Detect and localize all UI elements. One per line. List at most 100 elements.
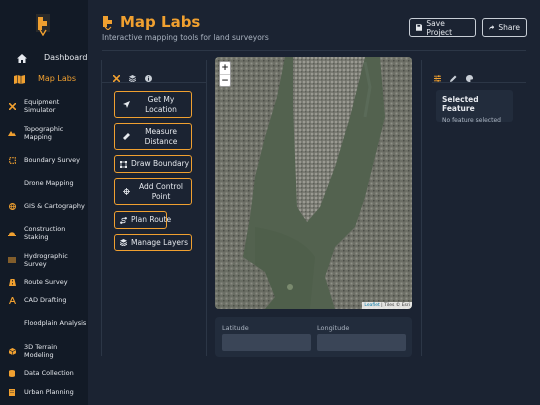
sidebar-item-label: Urban Planning <box>24 388 74 396</box>
sidebar-item-map-labs[interactable]: Map Labs <box>0 73 88 85</box>
road-icon <box>0 278 24 286</box>
selected-feature-text: No feature selected <box>442 117 501 124</box>
globe-icon <box>0 202 24 210</box>
sidebar-item-urban-planning[interactable]: Urban Planning <box>0 388 88 396</box>
manage-layers-button[interactable]: Manage Layers <box>114 234 192 251</box>
sidebar-item-cad-drafting[interactable]: CAD Drafting <box>0 296 88 304</box>
save-icon <box>416 24 423 31</box>
cube-icon <box>0 347 24 355</box>
zoom-in-button[interactable]: + <box>220 62 230 74</box>
leaflet-link[interactable]: Leaflet <box>364 303 379 308</box>
sidebar-item-label: Hydrographic Survey <box>24 252 68 268</box>
get-my-location-label: Get My Location <box>145 94 177 114</box>
latitude-label: Latitude <box>222 324 249 332</box>
sidebar-item-label: Dashboard <box>44 53 88 62</box>
page-subtitle: Interactive mapping tools for land surve… <box>102 33 269 42</box>
sidebar-item-label: Boundary Survey <box>24 156 80 164</box>
pen-icon[interactable] <box>450 67 457 86</box>
sidebar-item-floodplain-analysis[interactable]: Floodplain Analysis <box>0 315 88 331</box>
header-divider <box>102 50 526 51</box>
page-title: Map Labs <box>102 13 200 31</box>
layers-icon[interactable] <box>128 67 137 86</box>
tiles-attribution: | Tiles © Esri <box>381 303 410 308</box>
sidebar-item-data-collection[interactable]: Data Collection <box>0 369 88 377</box>
properties-tab-divider <box>432 82 526 83</box>
water-icon <box>0 257 24 263</box>
tools-tab-divider <box>102 82 206 83</box>
add-control-point-label: Add Control Point <box>138 181 183 201</box>
boundary-icon <box>0 156 24 164</box>
share-button[interactable]: Share <box>482 18 527 37</box>
building-icon <box>0 388 24 396</box>
vector-square-icon <box>115 160 131 168</box>
sidebar-item-label: Data Collection <box>24 369 74 377</box>
selected-feature-card: Selected Feature No feature selected <box>436 90 513 124</box>
sidebar-item-3d-terrain-modeling[interactable]: 3D Terrain Modeling <box>0 343 88 359</box>
page-title-text: Map Labs <box>120 13 201 31</box>
crosshair-icon <box>115 188 137 195</box>
share-label: Share <box>498 23 520 32</box>
selected-feature-title: Selected Feature <box>442 95 479 113</box>
tools-panel-border-right <box>206 60 207 356</box>
longitude-field[interactable] <box>317 334 406 351</box>
database-icon <box>0 369 24 377</box>
sidebar-item-dashboard[interactable]: Dashboard <box>0 52 88 64</box>
route-icon <box>115 216 131 224</box>
longitude-label: Longitude <box>317 324 350 332</box>
draw-boundary-button[interactable]: Draw Boundary <box>114 155 192 173</box>
logo-icon <box>103 15 112 30</box>
sidebar-item-label: Map Labs <box>38 74 77 83</box>
sidebar-item-label: Topographic Mapping <box>24 125 64 141</box>
layers-icon <box>115 239 131 246</box>
hardhat-icon <box>0 230 24 236</box>
sidebar-item-construction-staking[interactable]: Construction Staking <box>0 225 88 241</box>
compass-icon <box>0 296 24 304</box>
mountain-icon <box>0 130 24 136</box>
sidebar-item-label: 3D Terrain Modeling <box>24 343 58 359</box>
map-icon <box>0 74 38 84</box>
zoom-control: + − <box>219 61 231 87</box>
manage-layers-label: Manage Layers <box>131 237 188 247</box>
latitude-field[interactable] <box>222 334 311 351</box>
sliders-icon[interactable] <box>434 67 441 86</box>
measure-distance-label: Measure Distance <box>144 126 178 146</box>
palette-icon[interactable] <box>466 67 473 86</box>
sidebar-item-boundary-survey[interactable]: Boundary Survey <box>0 152 88 168</box>
zoom-out-button[interactable]: − <box>220 74 230 86</box>
share-icon <box>489 25 495 30</box>
plan-route-button[interactable]: Plan Route <box>114 211 171 229</box>
map-view[interactable]: + − Leaflet | Tiles © Esri <box>215 57 412 309</box>
sidebar-item-label: Drone Mapping <box>24 179 74 187</box>
save-project-button[interactable]: Save Project <box>409 18 476 37</box>
get-my-location-button[interactable]: Get My Location <box>114 91 192 118</box>
save-project-label: Save Project <box>426 18 453 37</box>
home-icon <box>0 53 44 63</box>
sidebar-item-label: Construction Staking <box>24 225 66 241</box>
sidebar-item-hydrographic-survey[interactable]: Hydrographic Survey <box>0 252 88 268</box>
tools-icon <box>0 102 24 110</box>
tools-tabs <box>112 67 152 86</box>
sidebar-item-drone-mapping[interactable]: Drone Mapping <box>0 179 88 187</box>
plan-route-label: Plan Route <box>131 215 172 224</box>
sidebar-item-label: Equipment Simulator <box>24 98 60 114</box>
measure-distance-button[interactable]: Measure Distance <box>114 123 192 150</box>
info-icon[interactable] <box>145 67 152 86</box>
draw-boundary-label: Draw Boundary <box>131 159 190 168</box>
sidebar-item-topographic-mapping[interactable]: Topographic Mapping <box>0 125 88 141</box>
logo-icon <box>36 14 50 36</box>
add-control-point-button[interactable]: Add Control Point <box>114 178 192 205</box>
location-arrow-icon <box>115 101 137 108</box>
sidebar-item-label: Route Survey <box>24 278 68 286</box>
sidebar-item-label: Floodplain Analysis <box>24 319 87 327</box>
coordinates-panel: Latitude Longitude <box>215 317 412 357</box>
properties-tabs <box>434 67 473 86</box>
sidebar: Dashboard Map Labs Equipment Simulator T… <box>0 0 88 405</box>
tools-icon[interactable] <box>112 67 121 86</box>
sidebar-item-route-survey[interactable]: Route Survey <box>0 278 88 286</box>
ruler-icon <box>115 133 137 140</box>
sidebar-item-equipment-simulator[interactable]: Equipment Simulator <box>0 98 88 114</box>
sidebar-item-gis-cartography[interactable]: GIS & Cartography <box>0 198 88 214</box>
map-attribution: Leaflet | Tiles © Esri <box>362 302 412 309</box>
satellite-imagery <box>215 57 412 309</box>
tools-panel-border <box>101 60 102 356</box>
